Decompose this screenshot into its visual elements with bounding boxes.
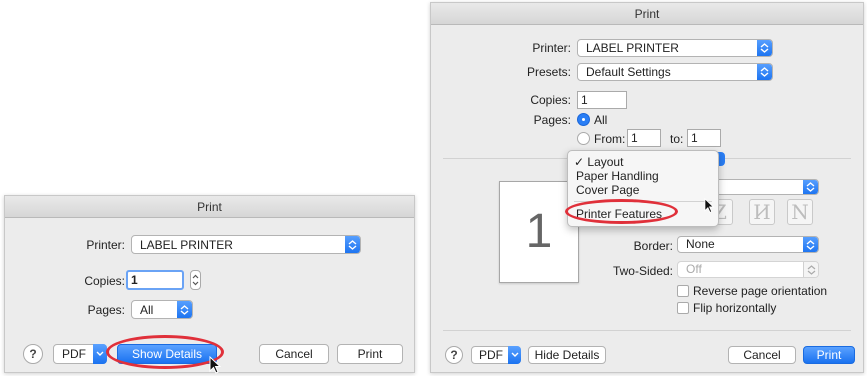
print-button[interactable]: Print — [337, 344, 403, 364]
cancel-label: Cancel — [743, 348, 781, 362]
copies-field[interactable]: 1 — [126, 270, 184, 290]
pages-to-field[interactable]: 1 — [687, 129, 721, 147]
show-details-button[interactable]: Show Details — [117, 344, 217, 364]
pages-from-radio[interactable] — [577, 132, 590, 145]
copies-field[interactable]: 1 — [577, 91, 627, 109]
flip-horizontal-checkbox[interactable] — [677, 302, 689, 314]
menu-item-label: Layout — [587, 155, 624, 169]
two-sided-popup: Off — [677, 261, 819, 278]
layout-direction-button[interactable]: N — [787, 199, 813, 225]
pdf-menu-button[interactable]: PDF — [53, 344, 107, 364]
dialog-title: Print — [5, 196, 414, 218]
pages-popup[interactable]: All — [131, 300, 193, 319]
reverse-orientation-checkbox[interactable] — [677, 285, 689, 297]
popup-arrows-icon — [757, 64, 772, 80]
chevron-down-icon — [508, 346, 521, 364]
help-icon: ? — [29, 347, 37, 361]
pdf-label: PDF — [62, 347, 86, 361]
border-popup[interactable]: None — [677, 236, 819, 253]
cancel-button[interactable]: Cancel — [728, 346, 796, 364]
popup-arrows-icon — [177, 301, 192, 318]
popup-arrows-icon — [345, 236, 360, 253]
pages-from-value: 1 — [631, 131, 638, 145]
printer-popup-value: LABEL PRINTER — [586, 41, 679, 55]
printer-popup[interactable]: LABEL PRINTER — [577, 39, 773, 57]
copies-value: 1 — [581, 93, 588, 107]
mouse-pointer-icon — [209, 356, 222, 374]
hide-details-button[interactable]: Hide Details — [528, 346, 606, 364]
pages-from-field[interactable]: 1 — [627, 129, 661, 147]
presets-popup[interactable]: Default Settings — [577, 63, 773, 81]
print-label: Print — [816, 348, 842, 362]
chevron-down-icon — [93, 344, 107, 364]
menu-item-paper-handling[interactable]: Paper Handling — [576, 169, 659, 183]
hide-details-label: Hide Details — [534, 348, 600, 362]
menu-item-layout[interactable]: ✓ Layout — [574, 155, 623, 169]
pages-label: Pages: — [533, 113, 571, 127]
help-icon: ? — [450, 348, 458, 362]
pages-label: Pages: — [87, 303, 125, 317]
preview-page-number: 1 — [525, 205, 553, 258]
copies-stepper[interactable] — [190, 270, 201, 290]
border-label: Border: — [633, 239, 673, 253]
menu-item-cover-page[interactable]: Cover Page — [576, 183, 639, 197]
pages-to-value: 1 — [691, 131, 698, 145]
pages-from-label: From: — [594, 132, 626, 146]
pages-popup-value: All — [140, 303, 154, 317]
printer-popup-value: LABEL PRINTER — [140, 238, 233, 252]
pages-to-label: to: — [670, 132, 684, 146]
print-dialog-collapsed: Print Printer: LABEL PRINTER Copies: 1 P… — [4, 195, 415, 373]
two-sided-popup-value: Off — [686, 262, 702, 276]
copies-value: 1 — [131, 273, 138, 287]
print-label: Print — [357, 347, 383, 361]
pages-all-radio[interactable] — [577, 113, 590, 126]
stepper-arrows-icon — [192, 274, 199, 286]
dialog-title: Print — [431, 3, 863, 25]
popup-arrows-icon — [803, 237, 818, 252]
pdf-menu-button[interactable]: PDF — [471, 346, 521, 364]
printer-popup[interactable]: LABEL PRINTER — [131, 235, 361, 254]
separator — [443, 330, 851, 331]
menu-separator — [574, 201, 712, 202]
flip-horizontal-label: Flip horizontally — [693, 301, 777, 315]
layout-direction-button[interactable]: И — [749, 199, 775, 225]
reverse-orientation-label: Reverse page orientation — [693, 284, 828, 298]
cancel-label: Cancel — [275, 347, 313, 361]
print-dialog-expanded: Print Printer: LABEL PRINTER Presets: De… — [430, 2, 864, 373]
popup-arrows-icon — [803, 180, 818, 194]
popup-arrows-icon — [803, 262, 818, 277]
menu-item-printer-features[interactable]: Printer Features — [576, 207, 662, 221]
show-details-label: Show Details — [131, 347, 203, 361]
layout-direction-reverse-n-icon: И — [753, 200, 771, 224]
pdf-label: PDF — [479, 348, 503, 362]
help-button[interactable]: ? — [445, 346, 463, 364]
copies-label: Copies: — [84, 274, 125, 288]
checkmark-icon: ✓ — [574, 155, 585, 169]
printer-label: Printer: — [532, 41, 571, 55]
cancel-button[interactable]: Cancel — [259, 344, 329, 364]
layout-direction-n-icon: N — [791, 200, 809, 224]
printer-label: Printer: — [86, 238, 125, 252]
presets-label: Presets: — [526, 65, 571, 79]
mouse-pointer-icon — [704, 198, 715, 214]
border-popup-value: None — [686, 237, 715, 251]
print-button[interactable]: Print — [803, 346, 855, 364]
help-button[interactable]: ? — [23, 344, 43, 364]
copies-label: Copies: — [530, 93, 571, 107]
presets-popup-value: Default Settings — [586, 65, 671, 79]
pages-all-label: All — [594, 113, 608, 127]
section-dropdown-menu[interactable]: ✓ Layout Paper Handling Cover Page Print… — [567, 150, 719, 227]
popup-arrows-icon — [757, 40, 772, 56]
two-sided-label: Two-Sided: — [612, 264, 673, 278]
